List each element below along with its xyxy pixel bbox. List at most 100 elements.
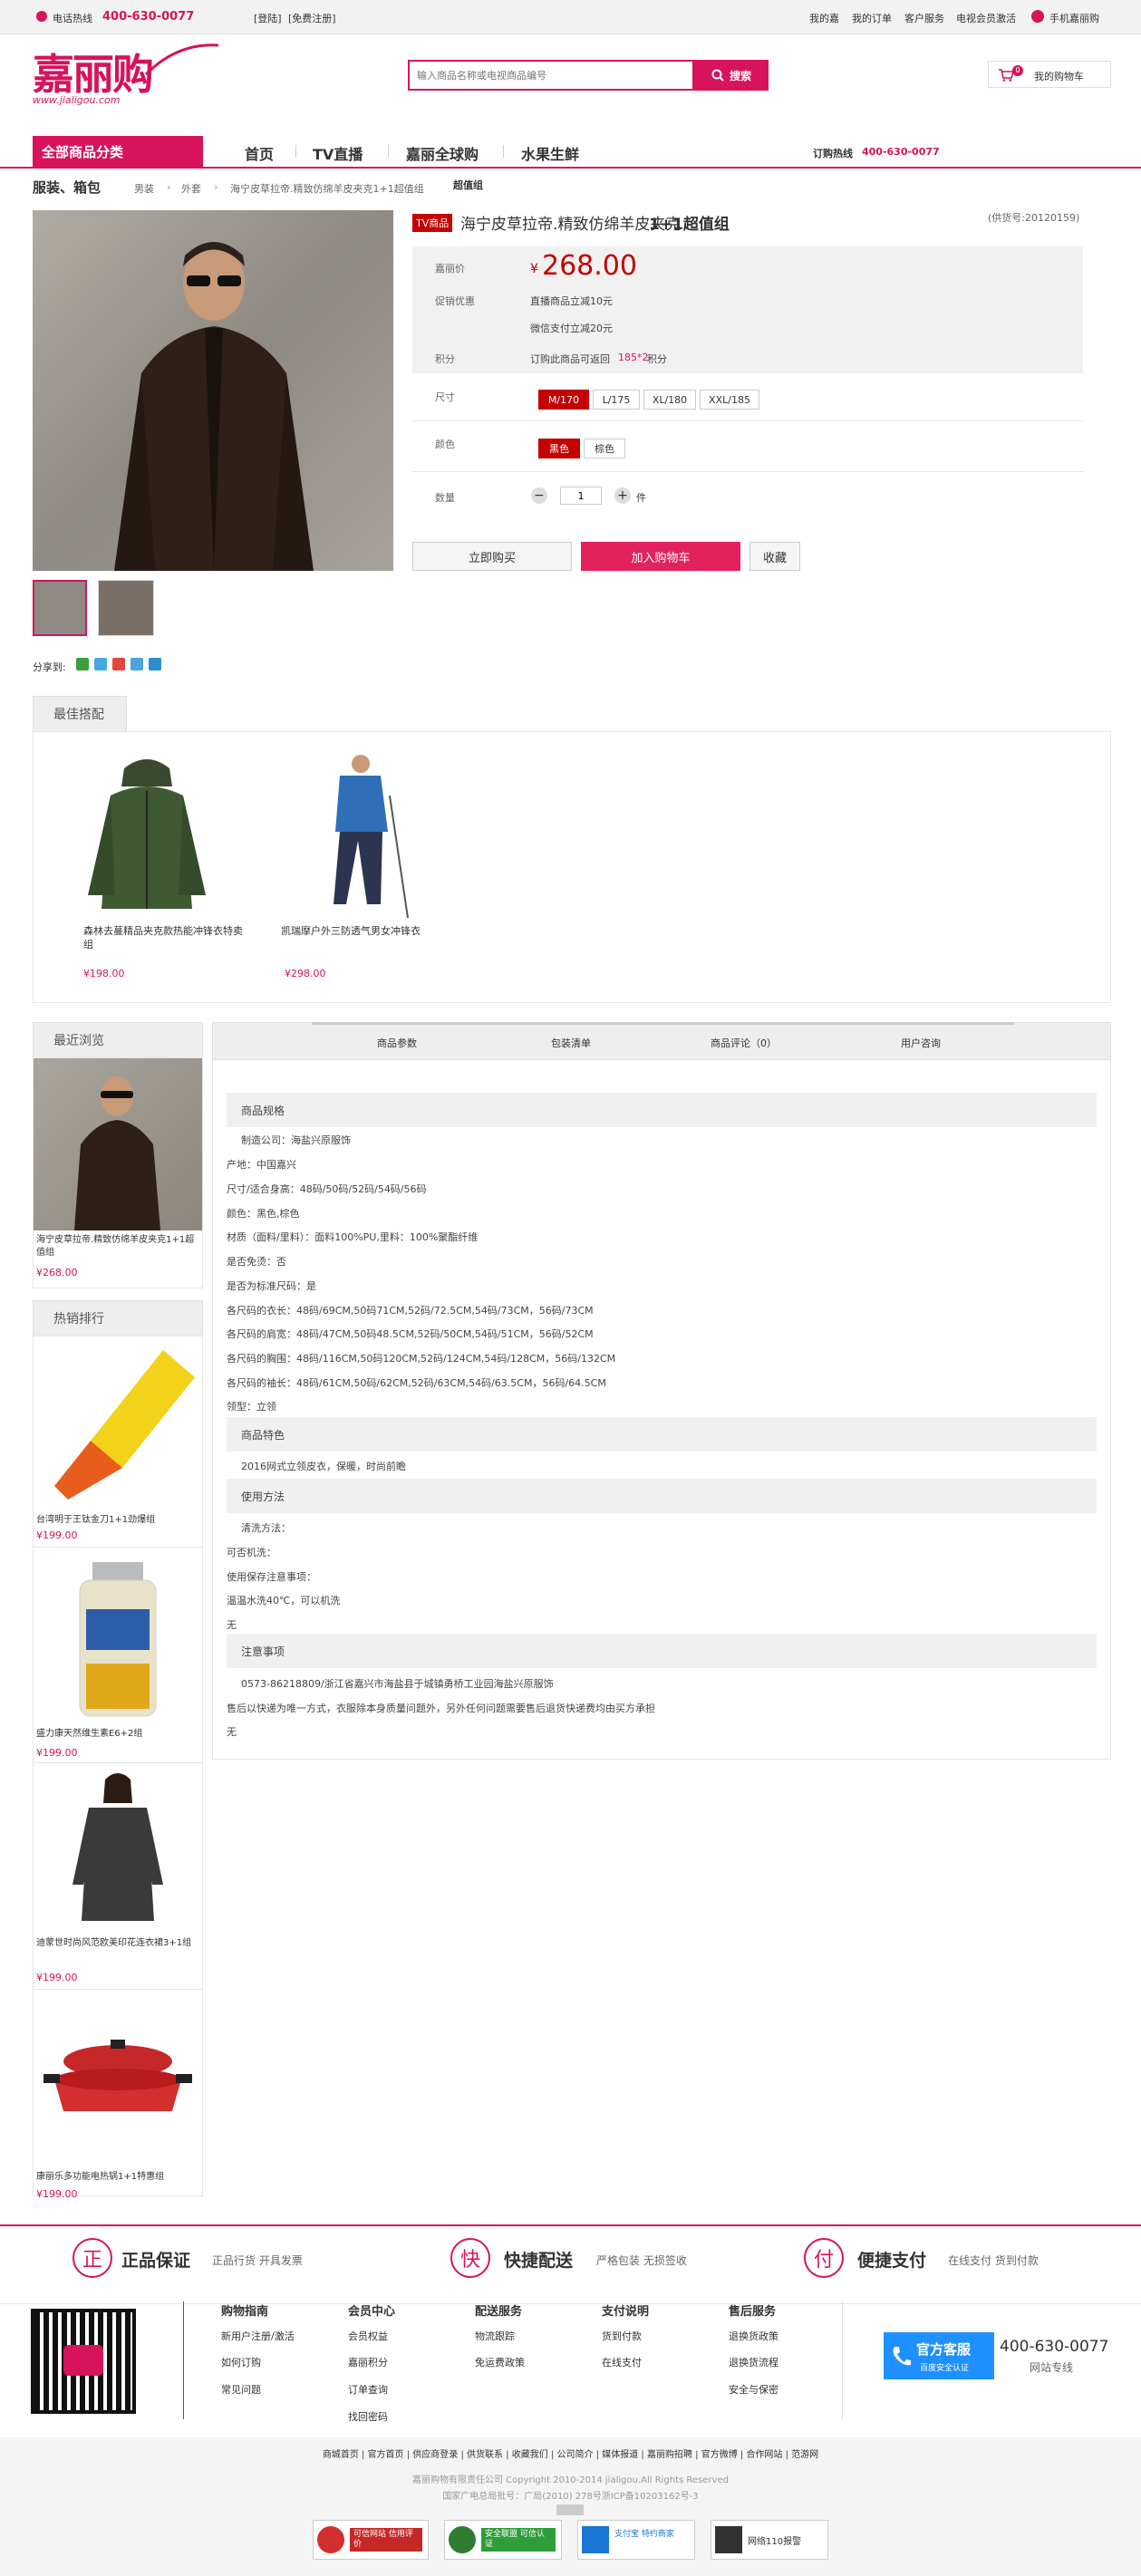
hot-item-4-name[interactable]: 康丽乐多功能电热锅1+1特惠组 xyxy=(36,2168,164,2182)
bottom-link[interactable]: 合作网站 xyxy=(746,2450,782,2460)
bottom-link[interactable]: 商城首页 xyxy=(323,2450,359,2460)
bottom-link[interactable]: 公司简介 xyxy=(557,2450,594,2460)
size-option-l[interactable]: L/175 xyxy=(593,390,640,410)
bottom-link[interactable]: 收藏我们 xyxy=(512,2450,548,2460)
nav-tv-live[interactable]: TV直播 xyxy=(313,142,363,164)
tab-specs[interactable]: 商品参数 xyxy=(377,1036,417,1050)
size-option-xxl[interactable]: XXL/185 xyxy=(700,390,759,410)
best-item-1-image[interactable] xyxy=(83,750,210,913)
nav-global[interactable]: 嘉丽全球购 xyxy=(406,142,479,164)
bottom-link[interactable]: 供应商登录 xyxy=(412,2450,458,2460)
search-icon xyxy=(711,69,724,82)
alipay-badge[interactable]: 支付宝 特约商家 xyxy=(577,2520,695,2560)
footer-link[interactable]: 货到付款 xyxy=(602,2329,642,2343)
product-price: 268.00 xyxy=(542,250,637,282)
hot-item-2-image[interactable] xyxy=(36,1555,199,1718)
my-orders-link[interactable]: 我的订单 xyxy=(852,11,892,25)
size-option-xl[interactable]: XL/180 xyxy=(643,390,696,410)
product-main-image[interactable] xyxy=(33,210,393,571)
share-more-icon[interactable] xyxy=(149,658,161,671)
footer-link[interactable]: 退换货政策 xyxy=(729,2329,778,2343)
bottom-link[interactable]: 嘉丽购招聘 xyxy=(647,2450,692,2460)
footer-link[interactable]: 如何订购 xyxy=(221,2355,261,2369)
quantity-increase-button[interactable]: + xyxy=(614,487,631,504)
mobile-link[interactable]: 手机嘉丽购 xyxy=(1049,11,1099,25)
hot-item-1-name[interactable]: 台湾明于王钛金刀1+1劲爆组 xyxy=(36,1511,155,1525)
tab-reviews[interactable]: 商品评论（0） xyxy=(711,1036,777,1050)
points-value: 185*2 xyxy=(618,352,649,363)
login-link[interactable]: [登陆] xyxy=(254,11,282,25)
best-item-1-name[interactable]: 森林去蔓精品夹克款热能冲锋衣特卖组 xyxy=(83,924,247,951)
breadcrumb-men[interactable]: 男装 xyxy=(134,181,154,196)
buy-now-button[interactable]: 立即购买 xyxy=(412,542,572,571)
recent-item-name[interactable]: 海宁皮草拉帝.精致仿绵羊皮夹克1+1超值组 xyxy=(36,1234,201,1259)
cnzz-badge[interactable] xyxy=(556,2504,584,2515)
cart-button[interactable]: 0 我的购物车 xyxy=(988,61,1111,88)
logo[interactable]: 嘉丽购 www.jialigou.com xyxy=(33,38,219,111)
thumbnail-1[interactable] xyxy=(33,580,87,636)
qr-logo-icon xyxy=(63,2345,103,2376)
recent-item-image[interactable] xyxy=(34,1058,202,1230)
footer-link[interactable]: 退换货流程 xyxy=(729,2355,778,2369)
best-match-tab[interactable]: 最佳搭配 xyxy=(33,696,127,732)
share-wechat-icon[interactable] xyxy=(76,658,89,671)
footer-link[interactable]: 会员权益 xyxy=(348,2329,388,2343)
bottom-link[interactable]: 媒体报道 xyxy=(602,2450,638,2460)
best-item-2-name[interactable]: 凯瑞摩户外三防透气男女冲锋衣 xyxy=(281,924,453,938)
register-link[interactable]: [免费注册] xyxy=(288,11,336,25)
footer-link[interactable]: 新用户注册/激活 xyxy=(221,2329,295,2343)
footer-link[interactable]: 物流跟踪 xyxy=(475,2329,515,2343)
official-service-button[interactable]: 官方客服 百度安全认证 xyxy=(884,2332,994,2379)
customer-service-link[interactable]: 客户服务 xyxy=(904,11,944,25)
footer-link[interactable]: 找回密码 xyxy=(348,2409,388,2424)
bottom-link[interactable]: 供货联系 xyxy=(467,2450,503,2460)
best-item-2-image[interactable] xyxy=(317,750,426,922)
breadcrumb-coat[interactable]: 外套 xyxy=(181,181,201,196)
footer-link[interactable]: 嘉丽积分 xyxy=(348,2355,388,2369)
member-activate-link[interactable]: 电视会员激活 xyxy=(956,11,1016,25)
footer-link[interactable]: 免运费政策 xyxy=(475,2355,525,2369)
detail-tab-bar xyxy=(212,1022,1111,1060)
all-categories-button[interactable]: 全部商品分类 xyxy=(33,136,203,167)
footer-link[interactable]: 安全与保密 xyxy=(729,2382,778,2397)
hot-item-1-image[interactable] xyxy=(36,1341,199,1504)
thumbnail-2[interactable] xyxy=(98,580,154,636)
add-to-cart-button[interactable]: 加入购物车 xyxy=(581,542,740,571)
bottom-link[interactable]: 官方首页 xyxy=(368,2450,404,2460)
share-tqq-icon[interactable] xyxy=(131,658,143,671)
badge-seal-icon xyxy=(317,2526,344,2553)
breadcrumb-product[interactable]: 海宁皮草拉帝.精致仿绵羊皮夹克1+1超值组 xyxy=(230,181,424,196)
police-110-badge[interactable]: 网络110报警 xyxy=(711,2520,828,2560)
footer-link[interactable]: 在线支付 xyxy=(602,2355,642,2369)
hot-item-3-name[interactable]: 迪蒙世时尚风范欧美印花连衣裙3+1组 xyxy=(36,1937,198,1950)
hot-item-3-image[interactable] xyxy=(36,1767,199,1930)
size-option-m[interactable]: M/170 xyxy=(538,390,589,410)
search-input[interactable] xyxy=(408,60,694,91)
tab-package[interactable]: 包装清单 xyxy=(551,1036,591,1050)
share-qzone-icon[interactable] xyxy=(94,658,107,671)
genuine-title: 正品保证 xyxy=(121,2251,191,2271)
price-label: 嘉丽价 xyxy=(435,263,465,275)
share-weibo-icon[interactable] xyxy=(112,658,125,671)
quantity-input[interactable] xyxy=(560,487,602,505)
footer-link[interactable]: 订单查询 xyxy=(348,2382,388,2397)
bottom-link[interactable]: 官方微博 xyxy=(701,2450,738,2460)
security-alliance-badge[interactable]: 安全联盟 可信认证 xyxy=(444,2520,562,2560)
color-option-brown[interactable]: 棕色 xyxy=(584,439,625,458)
hot-item-2-name[interactable]: 盛力康天然维生素E6+2组 xyxy=(36,1725,142,1739)
my-account-link[interactable]: 我的嘉 xyxy=(809,11,839,25)
favorite-button[interactable]: 收藏 xyxy=(749,542,800,571)
badge-text: 网络110报警 xyxy=(748,2537,802,2547)
footer-col-aftersale-title: 售后服务 xyxy=(729,2305,777,2319)
quantity-decrease-button[interactable]: − xyxy=(531,487,547,504)
trusted-site-badge[interactable]: 可信网站 信用评价 xyxy=(313,2520,429,2560)
bottom-link[interactable]: 范游网 xyxy=(791,2450,818,2460)
search-button[interactable]: 搜索 xyxy=(694,60,769,91)
breadcrumb-separator: › xyxy=(167,181,171,193)
nav-fresh[interactable]: 水果生鲜 xyxy=(521,142,579,164)
color-option-black[interactable]: 黑色 xyxy=(538,439,580,458)
tab-consult[interactable]: 用户咨询 xyxy=(901,1036,941,1050)
hot-item-4-image[interactable] xyxy=(36,2007,199,2152)
nav-home[interactable]: 首页 xyxy=(245,142,274,164)
footer-link[interactable]: 常见问题 xyxy=(221,2382,261,2397)
